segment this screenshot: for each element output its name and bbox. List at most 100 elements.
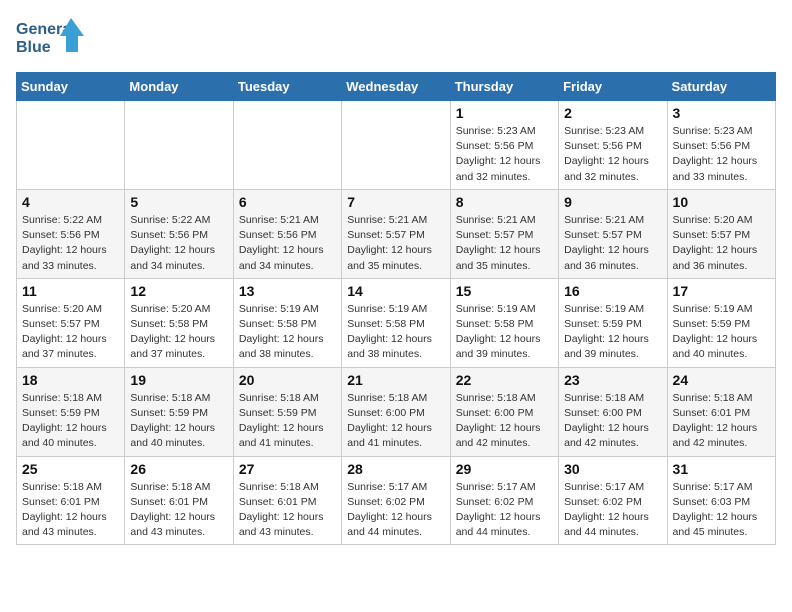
calendar-cell: 29 Sunrise: 5:17 AM Sunset: 6:02 PM Dayli… <box>450 456 558 545</box>
calendar-cell: 25 Sunrise: 5:18 AM Sunset: 6:01 PM Dayli… <box>17 456 125 545</box>
day-number: 5 <box>130 194 227 210</box>
day-number: 6 <box>239 194 336 210</box>
day-number: 23 <box>564 372 661 388</box>
day-number: 9 <box>564 194 661 210</box>
calendar-cell <box>342 101 450 190</box>
day-number: 17 <box>673 283 770 299</box>
svg-text:Blue: Blue <box>16 39 51 56</box>
day-info: Sunrise: 5:21 AM Sunset: 5:57 PM Dayligh… <box>564 213 661 274</box>
day-header: Saturday <box>667 73 775 101</box>
calendar-table: SundayMondayTuesdayWednesdayThursdayFrid… <box>16 72 776 545</box>
day-number: 14 <box>347 283 444 299</box>
day-info: Sunrise: 5:18 AM Sunset: 5:59 PM Dayligh… <box>22 391 119 452</box>
calendar-cell: 4 Sunrise: 5:22 AM Sunset: 5:56 PM Daylig… <box>17 189 125 278</box>
calendar-cell: 12Sunrise: 5:20 AM Sunset: 5:58 PM Dayli… <box>125 278 233 367</box>
calendar-cell: 5 Sunrise: 5:22 AM Sunset: 5:56 PM Daylig… <box>125 189 233 278</box>
day-number: 16 <box>564 283 661 299</box>
calendar-cell: 8 Sunrise: 5:21 AM Sunset: 5:57 PM Daylig… <box>450 189 558 278</box>
calendar-cell <box>125 101 233 190</box>
day-number: 1 <box>456 105 553 121</box>
calendar-cell: 11 Sunrise: 5:20 AM Sunset: 5:57 PM Dayli… <box>17 278 125 367</box>
calendar-cell: 10 Sunrise: 5:20 AM Sunset: 5:57 PM Dayli… <box>667 189 775 278</box>
logo: GeneralBlue <box>16 16 86 62</box>
day-number: 19 <box>130 372 227 388</box>
page-header: GeneralBlue <box>16 16 776 62</box>
day-header: Sunday <box>17 73 125 101</box>
calendar-cell <box>17 101 125 190</box>
calendar-cell: 21Sunrise: 5:18 AM Sunset: 6:00 PM Dayli… <box>342 367 450 456</box>
day-info: Sunrise: 5:19 AM Sunset: 5:59 PM Dayligh… <box>564 302 661 363</box>
day-number: 3 <box>673 105 770 121</box>
day-info: Sunrise: 5:18 AM Sunset: 6:01 PM Dayligh… <box>22 480 119 541</box>
day-info: Sunrise: 5:18 AM Sunset: 6:00 PM Dayligh… <box>347 391 444 452</box>
day-number: 2 <box>564 105 661 121</box>
logo-svg: GeneralBlue <box>16 16 86 62</box>
day-info: Sunrise: 5:21 AM Sunset: 5:57 PM Dayligh… <box>456 213 553 274</box>
calendar-cell: 26 Sunrise: 5:18 AM Sunset: 6:01 PM Dayli… <box>125 456 233 545</box>
day-header: Monday <box>125 73 233 101</box>
calendar-cell: 30 Sunrise: 5:17 AM Sunset: 6:02 PM Dayli… <box>559 456 667 545</box>
day-number: 24 <box>673 372 770 388</box>
day-number: 18 <box>22 372 119 388</box>
day-info: Sunrise: 5:18 AM Sunset: 6:00 PM Dayligh… <box>456 391 553 452</box>
day-number: 25 <box>22 461 119 477</box>
day-info: Sunrise: 5:18 AM Sunset: 6:01 PM Dayligh… <box>130 480 227 541</box>
day-number: 26 <box>130 461 227 477</box>
calendar-cell: 15Sunrise: 5:19 AM Sunset: 5:58 PM Dayli… <box>450 278 558 367</box>
day-number: 11 <box>22 283 119 299</box>
day-info: Sunrise: 5:17 AM Sunset: 6:02 PM Dayligh… <box>564 480 661 541</box>
day-number: 29 <box>456 461 553 477</box>
day-number: 7 <box>347 194 444 210</box>
day-info: Sunrise: 5:20 AM Sunset: 5:58 PM Dayligh… <box>130 302 227 363</box>
calendar-cell: 3 Sunrise: 5:23 AM Sunset: 5:56 PM Daylig… <box>667 101 775 190</box>
day-number: 20 <box>239 372 336 388</box>
day-header: Friday <box>559 73 667 101</box>
calendar-cell: 20 Sunrise: 5:18 AM Sunset: 5:59 PM Dayli… <box>233 367 341 456</box>
day-header: Thursday <box>450 73 558 101</box>
calendar-cell: 6 Sunrise: 5:21 AM Sunset: 5:56 PM Daylig… <box>233 189 341 278</box>
day-info: Sunrise: 5:17 AM Sunset: 6:03 PM Dayligh… <box>673 480 770 541</box>
day-number: 28 <box>347 461 444 477</box>
day-number: 27 <box>239 461 336 477</box>
calendar-cell: 13Sunrise: 5:19 AM Sunset: 5:58 PM Dayli… <box>233 278 341 367</box>
calendar-cell: 28 Sunrise: 5:17 AM Sunset: 6:02 PM Dayli… <box>342 456 450 545</box>
day-info: Sunrise: 5:22 AM Sunset: 5:56 PM Dayligh… <box>130 213 227 274</box>
day-info: Sunrise: 5:20 AM Sunset: 5:57 PM Dayligh… <box>673 213 770 274</box>
calendar-cell: 31 Sunrise: 5:17 AM Sunset: 6:03 PM Dayli… <box>667 456 775 545</box>
calendar-body: 1 Sunrise: 5:23 AM Sunset: 5:56 PM Daylig… <box>17 101 776 545</box>
day-info: Sunrise: 5:19 AM Sunset: 5:58 PM Dayligh… <box>347 302 444 363</box>
day-number: 8 <box>456 194 553 210</box>
day-info: Sunrise: 5:17 AM Sunset: 6:02 PM Dayligh… <box>456 480 553 541</box>
calendar-cell: 27 Sunrise: 5:18 AM Sunset: 6:01 PM Dayli… <box>233 456 341 545</box>
day-info: Sunrise: 5:23 AM Sunset: 5:56 PM Dayligh… <box>673 124 770 185</box>
day-header: Tuesday <box>233 73 341 101</box>
day-info: Sunrise: 5:18 AM Sunset: 5:59 PM Dayligh… <box>239 391 336 452</box>
calendar-cell <box>233 101 341 190</box>
calendar-week-row: 1 Sunrise: 5:23 AM Sunset: 5:56 PM Daylig… <box>17 101 776 190</box>
calendar-cell: 23Sunrise: 5:18 AM Sunset: 6:00 PM Dayli… <box>559 367 667 456</box>
calendar-cell: 7 Sunrise: 5:21 AM Sunset: 5:57 PM Daylig… <box>342 189 450 278</box>
calendar-cell: 19 Sunrise: 5:18 AM Sunset: 5:59 PM Dayli… <box>125 367 233 456</box>
day-number: 30 <box>564 461 661 477</box>
calendar-cell: 1 Sunrise: 5:23 AM Sunset: 5:56 PM Daylig… <box>450 101 558 190</box>
day-info: Sunrise: 5:18 AM Sunset: 5:59 PM Dayligh… <box>130 391 227 452</box>
day-number: 15 <box>456 283 553 299</box>
calendar-week-row: 18 Sunrise: 5:18 AM Sunset: 5:59 PM Dayli… <box>17 367 776 456</box>
day-info: Sunrise: 5:21 AM Sunset: 5:57 PM Dayligh… <box>347 213 444 274</box>
calendar-cell: 22Sunrise: 5:18 AM Sunset: 6:00 PM Dayli… <box>450 367 558 456</box>
day-info: Sunrise: 5:21 AM Sunset: 5:56 PM Dayligh… <box>239 213 336 274</box>
day-info: Sunrise: 5:18 AM Sunset: 6:01 PM Dayligh… <box>239 480 336 541</box>
day-info: Sunrise: 5:20 AM Sunset: 5:57 PM Dayligh… <box>22 302 119 363</box>
day-info: Sunrise: 5:17 AM Sunset: 6:02 PM Dayligh… <box>347 480 444 541</box>
day-number: 10 <box>673 194 770 210</box>
calendar-cell: 9 Sunrise: 5:21 AM Sunset: 5:57 PM Daylig… <box>559 189 667 278</box>
calendar-cell: 14 Sunrise: 5:19 AM Sunset: 5:58 PM Dayli… <box>342 278 450 367</box>
day-number: 4 <box>22 194 119 210</box>
day-info: Sunrise: 5:22 AM Sunset: 5:56 PM Dayligh… <box>22 213 119 274</box>
calendar-week-row: 25 Sunrise: 5:18 AM Sunset: 6:01 PM Dayli… <box>17 456 776 545</box>
calendar-cell: 16 Sunrise: 5:19 AM Sunset: 5:59 PM Dayli… <box>559 278 667 367</box>
day-number: 31 <box>673 461 770 477</box>
day-info: Sunrise: 5:23 AM Sunset: 5:56 PM Dayligh… <box>456 124 553 185</box>
day-info: Sunrise: 5:18 AM Sunset: 6:01 PM Dayligh… <box>673 391 770 452</box>
calendar-cell: 24 Sunrise: 5:18 AM Sunset: 6:01 PM Dayli… <box>667 367 775 456</box>
